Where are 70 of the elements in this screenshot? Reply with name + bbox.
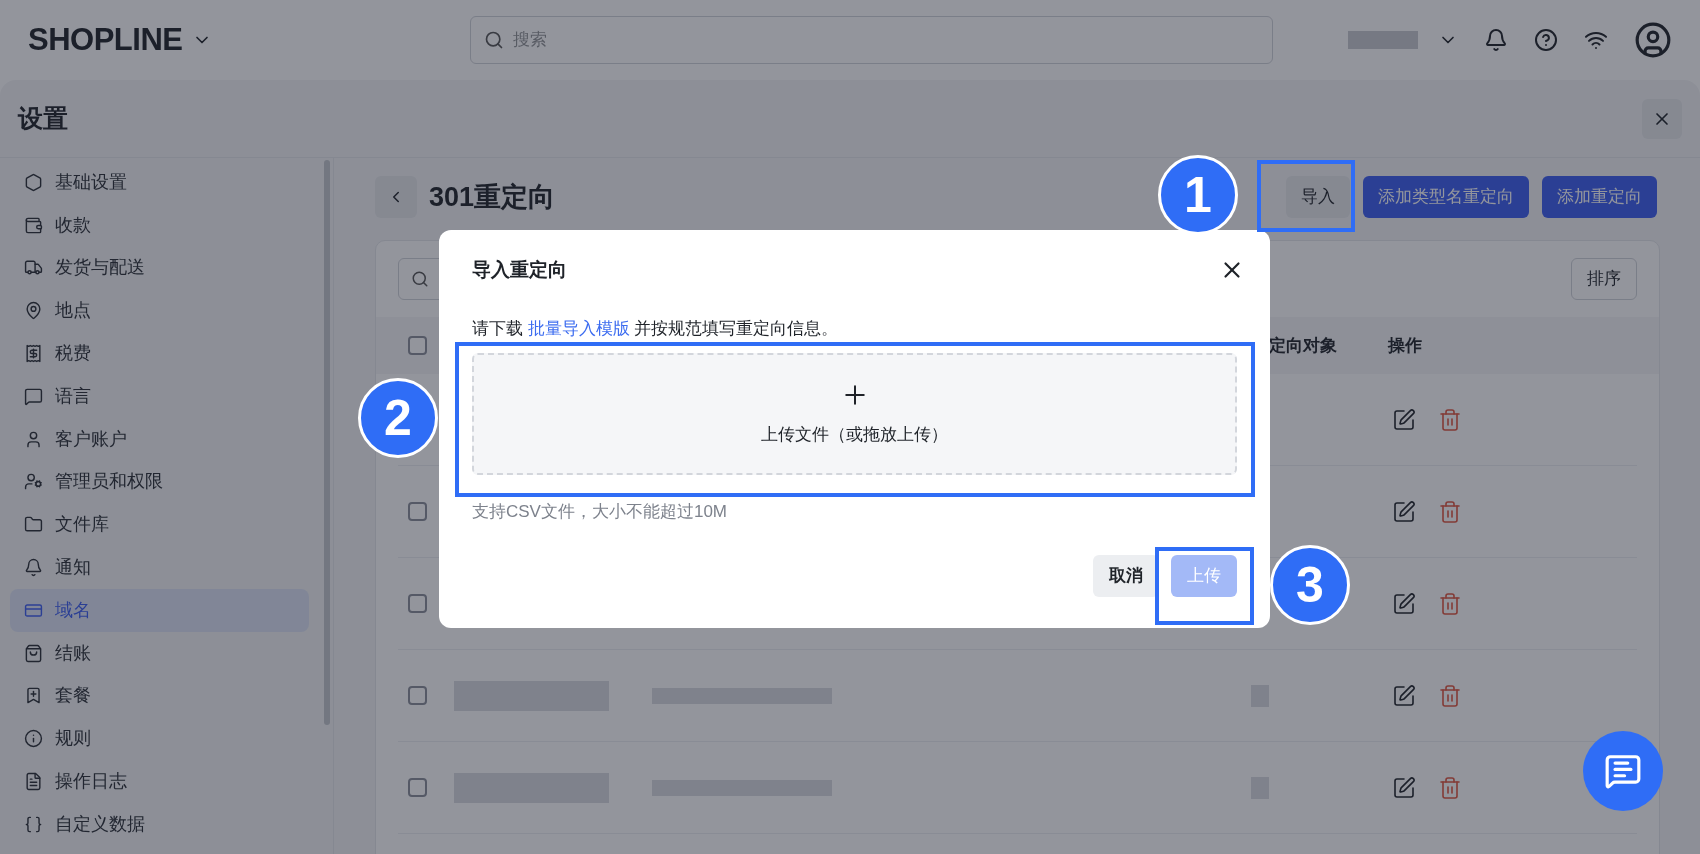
- help-icon[interactable]: [1534, 28, 1558, 52]
- page-title: 301重定向: [429, 180, 556, 214]
- sidebar-item[interactable]: 文件库: [10, 503, 309, 547]
- bookmark-icon: [24, 686, 43, 706]
- braces-icon: [24, 814, 43, 834]
- logo[interactable]: SHOPLINE: [28, 16, 183, 64]
- column-header: 定向对象: [1269, 335, 1337, 355]
- sidebar-item[interactable]: 地点: [10, 289, 309, 333]
- sidebar-item[interactable]: 规则: [10, 717, 309, 761]
- bell-icon: [24, 558, 43, 578]
- checkbox[interactable]: [408, 686, 427, 705]
- toolbar-button[interactable]: 导入: [1286, 176, 1350, 218]
- sidebar-item[interactable]: 通知: [10, 546, 309, 589]
- checkbox[interactable]: [408, 502, 427, 521]
- redacted-username: [1348, 31, 1418, 49]
- sidebar-item[interactable]: 发货与配送: [10, 246, 309, 290]
- dialog-title: 导入重定向: [472, 258, 567, 282]
- speech-bubble-icon: [24, 386, 43, 406]
- checkbox[interactable]: [408, 594, 427, 613]
- upload-hint: 支持CSV文件，大小不能超过10M: [472, 501, 729, 523]
- bell-icon[interactable]: [1484, 28, 1508, 52]
- edit-icon[interactable]: [1392, 683, 1416, 708]
- chat-icon: [1604, 752, 1642, 790]
- folder-icon: [24, 515, 43, 535]
- sidebar-item[interactable]: 操作日志: [10, 760, 309, 803]
- upload-dropzone[interactable]: 上传文件（或拖放上传）: [472, 353, 1237, 475]
- checkbox[interactable]: [408, 336, 427, 355]
- panel-title: 设置: [18, 102, 68, 134]
- sidebar-item[interactable]: 语言: [10, 375, 309, 418]
- bag-icon: [24, 643, 43, 663]
- info-icon: [24, 729, 43, 749]
- edit-icon[interactable]: [1392, 499, 1416, 524]
- trash-icon[interactable]: [1438, 591, 1462, 616]
- trash-icon[interactable]: [1438, 775, 1462, 800]
- trash-icon[interactable]: [1438, 683, 1462, 708]
- avatar-icon[interactable]: [1634, 21, 1672, 59]
- truck-icon: [24, 258, 43, 278]
- edit-icon[interactable]: [1392, 775, 1416, 800]
- trash-icon[interactable]: [1438, 499, 1462, 524]
- wallet-icon: [24, 215, 43, 235]
- sidebar-item[interactable]: 套餐: [10, 674, 309, 718]
- sidebar-item[interactable]: 结账: [10, 631, 309, 675]
- sidebar-item[interactable]: 域名: [10, 588, 309, 632]
- search-icon: [484, 30, 504, 50]
- hexagon-icon: [24, 172, 43, 192]
- toolbar-button[interactable]: 添加类型名重定向: [1363, 176, 1529, 218]
- sidebar-item[interactable]: 税费: [10, 332, 309, 375]
- checkbox[interactable]: [408, 778, 427, 797]
- receipt-icon: [24, 344, 43, 364]
- edit-icon[interactable]: [1392, 407, 1416, 432]
- dropzone-label: 上传文件（或拖放上传）: [761, 424, 948, 447]
- search-field[interactable]: 搜索: [470, 16, 1273, 64]
- sidebar-item[interactable]: 收款: [10, 203, 309, 247]
- toolbar-button[interactable]: 添加重定向: [1542, 176, 1657, 218]
- search-icon: [411, 270, 429, 288]
- user-icon: [24, 429, 43, 449]
- user-gear-icon: [24, 472, 43, 492]
- column-header: 操作: [1388, 335, 1422, 355]
- map-pin-icon: [24, 301, 43, 321]
- template-link[interactable]: 批量导入模版: [527, 318, 630, 338]
- close-button[interactable]: [1642, 98, 1682, 139]
- trash-icon[interactable]: [1438, 407, 1462, 432]
- sidebar-item[interactable]: 客户账户: [10, 417, 309, 461]
- sidebar-item[interactable]: 管理员和权限: [10, 460, 309, 504]
- dialog-description: 请下载 批量导入模版 并按规范填写重定向信息。: [472, 317, 840, 340]
- sort-button[interactable]: 排序: [1571, 258, 1637, 300]
- document-icon: [24, 772, 43, 792]
- sidebar-item[interactable]: 自定义数据: [10, 802, 309, 846]
- sidebar-item[interactable]: 基础设置: [10, 161, 309, 204]
- edit-icon[interactable]: [1392, 591, 1416, 616]
